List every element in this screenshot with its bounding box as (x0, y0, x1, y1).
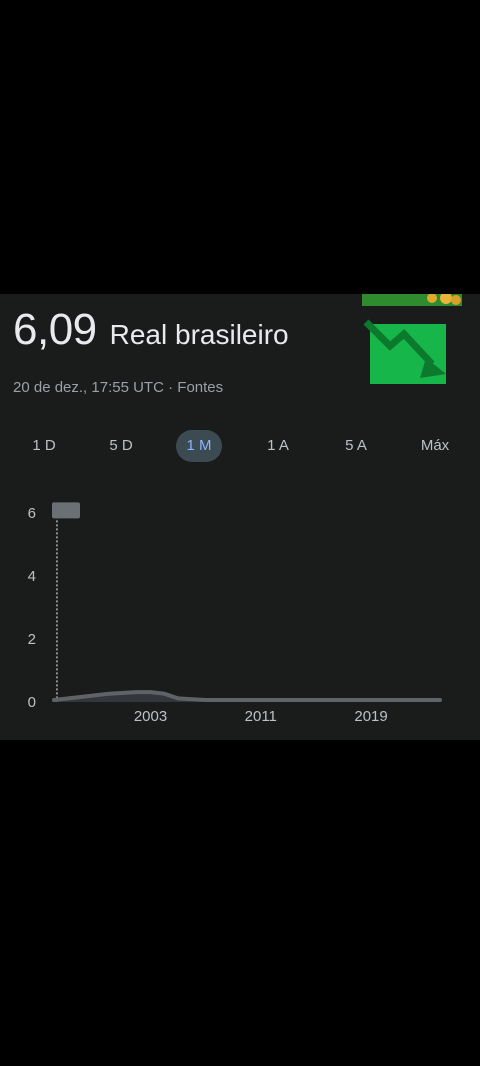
tab-1d[interactable]: 1 D (24, 430, 64, 462)
currency-name: Real brasileiro (109, 319, 289, 350)
exchange-value: 6,09 (13, 305, 97, 354)
quote-meta: 20 de dez., 17:55 UTC · Fontes (13, 379, 223, 396)
price-chart[interactable]: 0 2 4 6 2003 2011 2019 (0, 490, 480, 730)
meta-separator: · (163, 379, 178, 396)
y-tick-label: 6 (28, 505, 36, 522)
tab-5d[interactable]: 5 D (101, 430, 141, 462)
x-tick-label: 2003 (134, 708, 167, 725)
screen: 6,09 Real brasileiro 20 de dez., 17:55 U… (0, 0, 480, 1066)
y-tick-label: 4 (28, 568, 36, 585)
x-tick-label: 2019 (354, 708, 387, 725)
price-header: 6,09 Real brasileiro (13, 308, 289, 352)
sources-link[interactable]: Fontes (177, 379, 223, 396)
range-tabs: 1 D 5 D 1 M 1 A 5 A Máx (0, 430, 480, 466)
x-tick-label: 2011 (245, 708, 277, 725)
y-tick-label: 2 (28, 631, 36, 648)
tab-1m[interactable]: 1 M (176, 430, 222, 462)
tab-5a[interactable]: 5 A (336, 430, 376, 462)
timestamp: 20 de dez., 17:55 UTC (13, 379, 164, 396)
spike-marker (52, 502, 80, 519)
tab-1a[interactable]: 1 A (258, 430, 298, 462)
tab-max[interactable]: Máx (412, 430, 458, 462)
y-tick-label: 0 (28, 694, 36, 711)
currency-card: 6,09 Real brasileiro 20 de dez., 17:55 U… (0, 294, 480, 740)
chart-decreasing-icon (362, 294, 462, 390)
